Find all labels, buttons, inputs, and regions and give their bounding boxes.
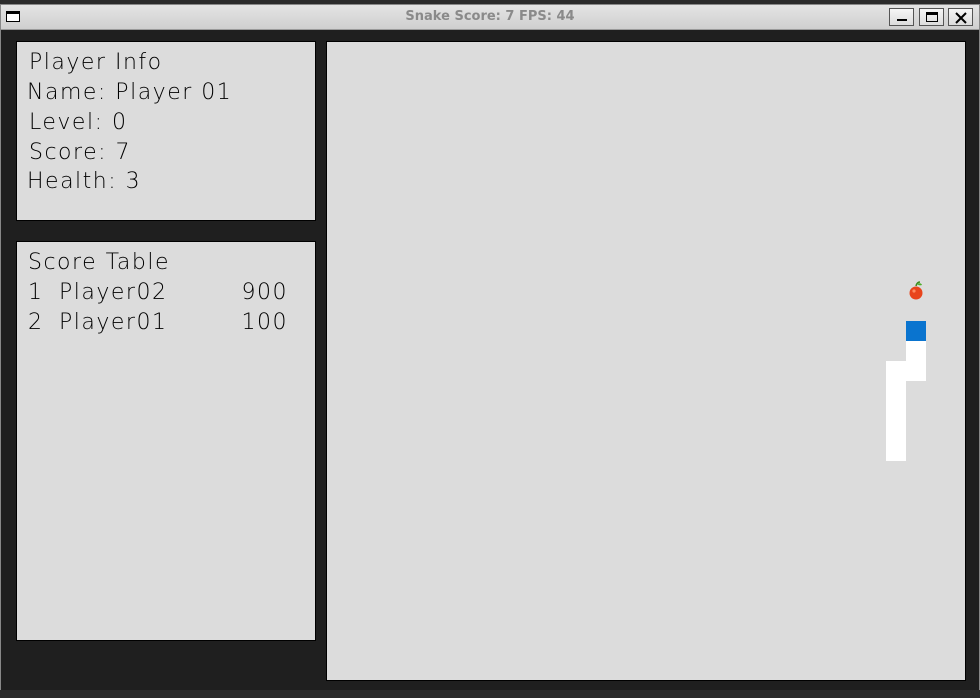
score-rank: 1: [28, 280, 44, 305]
player-health: Health: 3: [27, 169, 142, 194]
score-table-row: 1 Player02 900: [28, 281, 288, 305]
snake-body-segment: [906, 341, 926, 381]
score-rank: 2: [28, 310, 44, 335]
title-bar[interactable]: Snake Score: 7 FPS: 44: [1, 5, 979, 30]
player-info-panel: Player Info Name: Player 01 Level: 0 Sco…: [16, 41, 316, 221]
player-name: Name: Player 01: [27, 80, 233, 105]
game-window: Snake Score: 7 FPS: 44 Player Info Name:…: [0, 4, 980, 694]
game-board[interactable]: [326, 41, 966, 681]
player-level: Level: 0: [29, 110, 128, 135]
maximize-button[interactable]: [919, 8, 944, 26]
score-value: 100: [241, 310, 288, 335]
score-value: 900: [241, 280, 288, 305]
close-icon: [955, 12, 967, 24]
window-title: Snake Score: 7 FPS: 44: [405, 9, 575, 24]
player-score: Score: 7: [29, 140, 132, 165]
maximize-icon: [926, 12, 938, 22]
player-info-heading: Player Info: [29, 50, 163, 75]
minimize-button[interactable]: [889, 8, 914, 26]
score-table-panel: Score Table 1 Player02 900 2 Player01 10…: [16, 241, 316, 641]
score-player-name: Player01: [59, 310, 168, 335]
snake-body-segment: [886, 361, 906, 381]
snake-head: [906, 321, 926, 341]
close-button[interactable]: [948, 8, 973, 26]
apple-icon: [909, 281, 923, 300]
score-table-row: 2 Player01 100: [28, 311, 288, 335]
minimize-icon: [897, 19, 907, 21]
score-player-name: Player02: [59, 280, 168, 305]
snake-body-segment: [886, 381, 906, 461]
background-editor-strip-bottom: [0, 690, 980, 698]
score-table-heading: Score Table: [28, 250, 171, 275]
